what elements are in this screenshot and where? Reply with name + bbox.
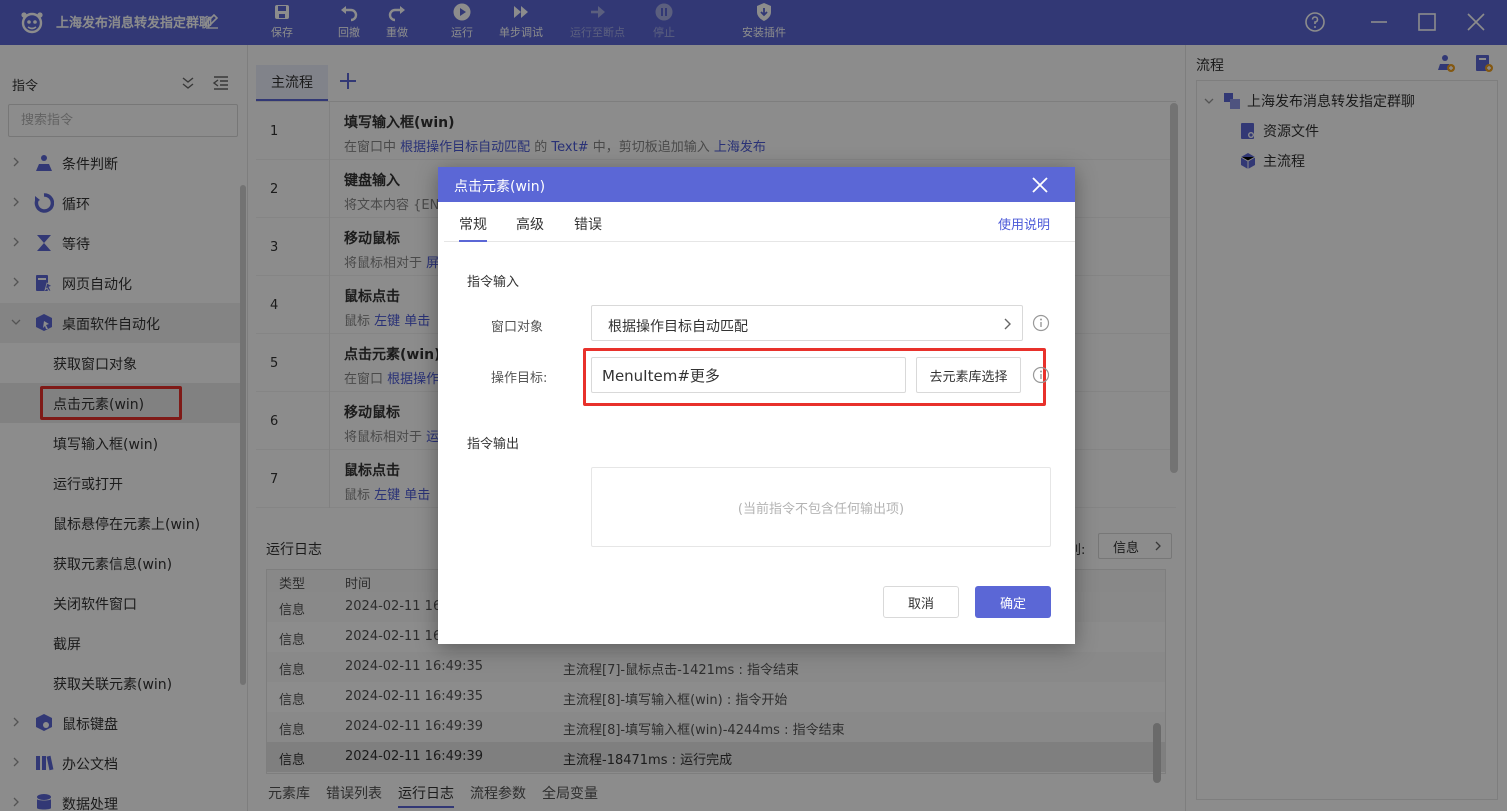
- window-object-label: 窗口对象: [491, 320, 544, 335]
- target-input[interactable]: [591, 357, 906, 393]
- dialog-tabs: 常规 高级 错误 使用说明: [444, 202, 1075, 242]
- input-section-title: 指令输入: [467, 275, 520, 290]
- info-icon[interactable]: [1032, 314, 1050, 332]
- output-section-title: 指令输出: [467, 437, 520, 452]
- window-object-select[interactable]: 根据操作目标自动匹配: [591, 305, 1023, 341]
- tab-advanced[interactable]: 高级: [516, 214, 544, 234]
- tab-error[interactable]: 错误: [574, 214, 602, 234]
- output-empty-text: (当前指令不包含任何输出项): [737, 501, 905, 517]
- close-icon[interactable]: [1028, 173, 1052, 197]
- ok-button[interactable]: 确定: [975, 586, 1051, 618]
- window-object-value: 根据操作目标自动匹配: [608, 319, 748, 335]
- cancel-button[interactable]: 取消: [883, 586, 959, 618]
- usage-help-link[interactable]: 使用说明: [998, 214, 1050, 233]
- click-element-dialog: 点击元素(win) 常规 高级 错误 使用说明 指令输入 窗口对象 根据操作目标…: [438, 167, 1075, 644]
- pick-from-library-button[interactable]: 去元素库选择: [916, 357, 1021, 393]
- dialog-header: 点击元素(win): [438, 167, 1075, 202]
- output-empty-box: (当前指令不包含任何输出项): [591, 467, 1051, 547]
- dialog-title: 点击元素(win): [454, 179, 546, 195]
- tab-general[interactable]: 常规: [459, 214, 487, 242]
- chevron-right-icon: [1004, 318, 1011, 330]
- info-icon[interactable]: [1032, 366, 1050, 384]
- target-label: 操作目标:: [491, 371, 548, 386]
